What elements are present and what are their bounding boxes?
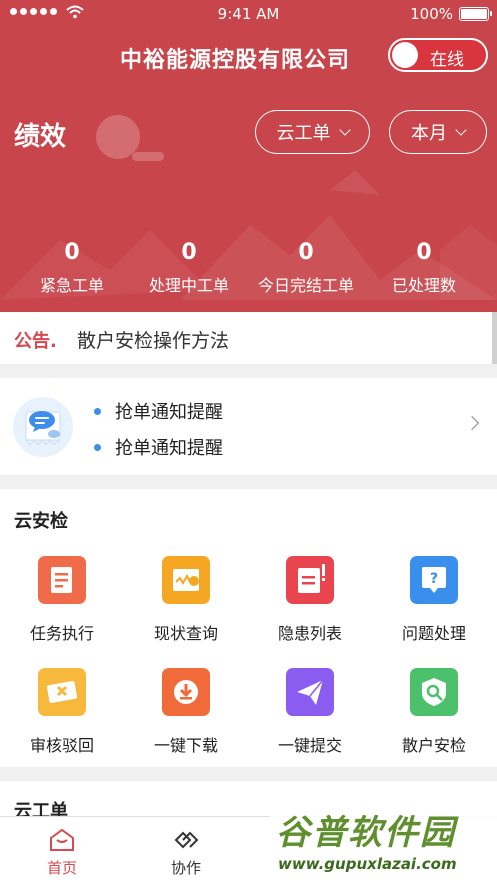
watermark: 谷普软件园 www.gupuxlazai.com [270, 803, 497, 883]
home-icon [48, 827, 76, 853]
period-dropdown[interactable]: 本月 [389, 110, 487, 154]
grid-item-label: 散户安检 [401, 736, 466, 755]
stat-value: 0 [416, 240, 432, 265]
stat-processing[interactable]: 0 处理中工单 [127, 240, 251, 296]
inspect-icon [410, 668, 458, 716]
company-name: 中裕能源控股有限公司 [120, 48, 351, 73]
stat-urgent[interactable]: 0 紧急工单 [10, 240, 134, 296]
chevron-down-icon [338, 124, 351, 136]
section-title: 云安检 [14, 511, 68, 532]
notice-item[interactable]: 抢单通知提醒 [94, 398, 223, 424]
stat-value: 0 [298, 240, 314, 265]
cloud-inspection-section: 云安检 任务执行 现状查询 隐患列表 ? 问题处理 审核驳回 一键下载 一键提交… [0, 489, 497, 767]
watermark-brand: 谷普软件园 [276, 813, 456, 853]
stat-completed-today[interactable]: 0 今日完结工单 [244, 240, 368, 296]
notice-text: 抢单通知提醒 [115, 402, 223, 423]
stat-label: 处理中工单 [148, 276, 229, 295]
announcement-tag: 公告. [14, 331, 57, 352]
hazard-list-icon [286, 556, 334, 604]
message-bubble-icon [13, 397, 73, 457]
announcement-bar[interactable]: 公告. 散户安检操作方法 [0, 312, 497, 364]
task-execute-button[interactable]: 任务执行 [0, 556, 124, 644]
chevron-right-icon[interactable] [464, 415, 480, 431]
task-icon [38, 556, 86, 604]
chevron-down-icon [455, 124, 467, 136]
scroll-indicator [492, 312, 497, 364]
question-icon: ? [410, 556, 458, 604]
grid-item-label: 审核驳回 [29, 736, 94, 755]
watermark-url: www.gupuxlazai.com [278, 855, 457, 873]
stat-label: 今日完结工单 [257, 276, 354, 295]
notice-text: 抢单通知提醒 [115, 438, 223, 459]
stat-value: 0 [64, 240, 80, 265]
performance-title: 绩效 [14, 122, 67, 152]
tab-collaboration[interactable]: 协作 [124, 827, 248, 878]
submit-icon [286, 668, 334, 716]
grid-item-label: 隐患列表 [277, 624, 342, 643]
tab-label: 首页 [46, 859, 77, 877]
stat-label: 紧急工单 [39, 276, 104, 295]
stat-processed[interactable]: 0 已处理数 [362, 240, 486, 296]
status-bar: 9:41 AM 100% [0, 0, 497, 28]
grid-item-label: 问题处理 [401, 624, 466, 643]
workorder-type-dropdown[interactable]: 云工单 [255, 110, 370, 154]
download-icon [162, 668, 210, 716]
collaboration-icon [172, 827, 200, 853]
problem-handling-button[interactable]: ? 问题处理 [372, 556, 496, 644]
bullet-dot [94, 443, 101, 451]
grid-item-label: 任务执行 [29, 624, 94, 643]
one-click-submit-button[interactable]: 一键提交 [248, 668, 372, 756]
tab-label: 协作 [170, 859, 201, 877]
online-toggle[interactable]: 在线 [388, 38, 488, 72]
online-label: 在线 [430, 50, 464, 70]
notification-card[interactable]: 抢单通知提醒 抢单通知提醒 [0, 378, 497, 475]
tab-home[interactable]: 首页 [0, 827, 124, 878]
period-value: 本月 [411, 123, 447, 144]
stat-label: 已处理数 [391, 276, 456, 295]
workorder-type-value: 云工单 [276, 123, 331, 144]
battery-icon [459, 7, 492, 21]
grid-item-label: 现状查询 [153, 624, 218, 643]
grid-item-label: 一键下载 [153, 736, 218, 755]
battery-percent: 100% [410, 5, 453, 23]
bullet-dot [94, 407, 101, 415]
svg-text:?: ? [430, 571, 438, 587]
household-inspection-button[interactable]: 散户安检 [372, 668, 496, 756]
grid-item-label: 一键提交 [277, 736, 342, 755]
review-reject-button[interactable]: 审核驳回 [0, 668, 124, 756]
one-click-download-button[interactable]: 一键下载 [124, 668, 248, 756]
notice-item[interactable]: 抢单通知提醒 [94, 434, 223, 460]
header: 9:41 AM 100% 中裕能源控股有限公司 在线 绩效 云工单 本月 0 紧… [0, 0, 497, 312]
stat-value: 0 [181, 240, 197, 265]
reject-icon [38, 668, 86, 716]
toggle-knob [392, 42, 418, 68]
announcement-text[interactable]: 散户安检操作方法 [77, 326, 229, 353]
hazard-list-button[interactable]: 隐患列表 [248, 556, 372, 644]
status-query-icon [162, 556, 210, 604]
decorative-bar [132, 152, 164, 161]
status-query-button[interactable]: 现状查询 [124, 556, 248, 644]
